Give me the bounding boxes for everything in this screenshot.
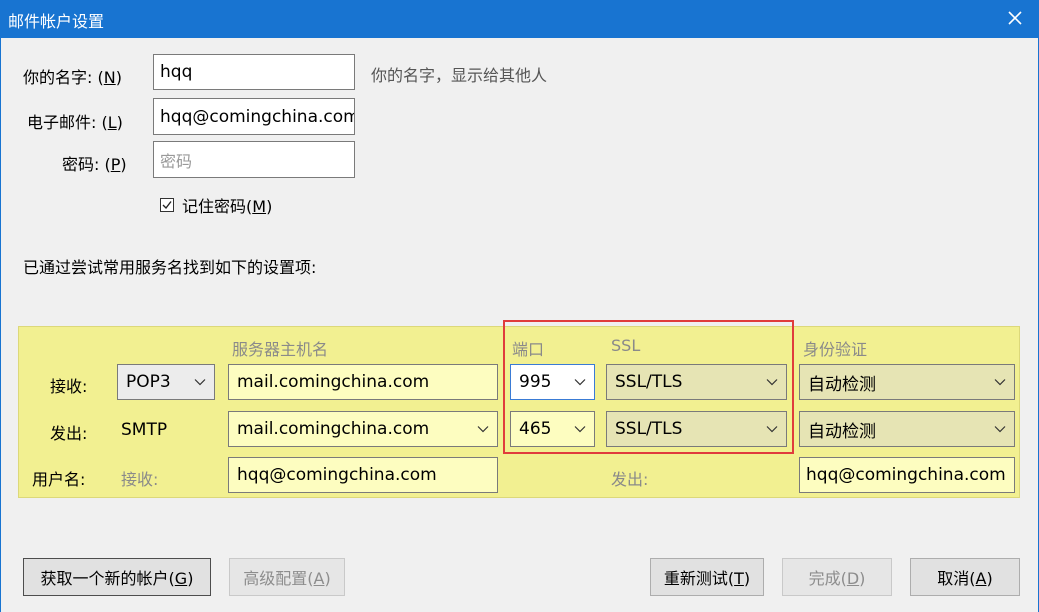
password-input[interactable]: 密码 — [153, 141, 355, 178]
outgoing-protocol: SMTP — [121, 420, 168, 440]
username-incoming-input[interactable]: hqq@comingchina.com — [228, 457, 498, 493]
remember-password-label: 记住密码(M) — [182, 197, 273, 216]
chevron-down-icon — [477, 426, 489, 433]
close-icon — [1008, 11, 1022, 25]
email-label: 电子邮件: (L) — [27, 113, 123, 132]
username-outgoing-input[interactable]: hqq@comingchina.com — [799, 457, 1015, 493]
incoming-host-input[interactable]: mail.comingchina.com — [228, 364, 498, 400]
outgoing-auth-select[interactable]: 自动检测 — [799, 411, 1015, 447]
incoming-protocol-select[interactable]: POP3 — [117, 364, 215, 400]
auth-header: 身份验证 — [803, 340, 868, 359]
incoming-auth-value: 自动检测 — [808, 374, 876, 395]
checkmark-icon — [162, 201, 172, 210]
title-bar: 邮件帐户设置 — [0, 0, 1039, 38]
retest-button[interactable]: 重新测试(T) — [650, 558, 764, 596]
hostname-header: 服务器主机名 — [232, 340, 329, 359]
username-incoming-label: 接收: — [121, 470, 159, 489]
dialog-title: 邮件帐户设置 — [8, 12, 105, 31]
checkbox-box — [160, 198, 174, 212]
incoming-label: 接收: — [50, 377, 88, 396]
outgoing-host-value: mail.comingchina.com — [237, 419, 430, 439]
advanced-config-button-label: 高级配置(A) — [243, 569, 331, 588]
new-account-button-label: 获取一个新的帐户(G) — [40, 569, 194, 588]
port-ssl-highlight-box — [503, 320, 794, 454]
found-settings-text: 已通过尝试常用服务名找到如下的设置项: — [23, 258, 317, 277]
incoming-protocol-value: POP3 — [126, 372, 171, 392]
chevron-down-icon — [994, 426, 1006, 433]
advanced-config-button[interactable]: 高级配置(A) — [229, 558, 345, 596]
chevron-down-icon — [994, 379, 1006, 386]
email-input[interactable]: hqq@comingchina.com — [153, 98, 355, 135]
new-account-button[interactable]: 获取一个新的帐户(G) — [23, 558, 211, 596]
window-border-left — [0, 38, 1, 612]
name-label: 你的名字: (N) — [23, 68, 122, 87]
name-hint: 你的名字，显示给其他人 — [371, 66, 548, 85]
done-button-label: 完成(D) — [808, 569, 866, 588]
done-button[interactable]: 完成(D) — [782, 558, 892, 596]
username-outgoing-label: 发出: — [611, 470, 649, 489]
incoming-host-value: mail.comingchina.com — [237, 372, 430, 392]
username-label: 用户名: — [32, 470, 86, 489]
incoming-auth-select[interactable]: 自动检测 — [799, 364, 1015, 400]
chevron-down-icon — [194, 379, 206, 386]
outgoing-label: 发出: — [50, 424, 88, 443]
name-input[interactable]: hqq — [153, 54, 355, 90]
outgoing-auth-value: 自动检测 — [808, 421, 876, 442]
retest-button-label: 重新测试(T) — [663, 569, 751, 588]
cancel-button-label: 取消(A) — [937, 569, 993, 588]
outgoing-host-select[interactable]: mail.comingchina.com — [228, 411, 498, 447]
remember-password-checkbox[interactable]: 记住密码(M) — [160, 193, 272, 217]
password-label: 密码: (P) — [62, 155, 127, 174]
username-outgoing-value: hqq@comingchina.com — [806, 465, 1006, 485]
close-button[interactable] — [1001, 4, 1029, 32]
username-incoming-value: hqq@comingchina.com — [237, 465, 437, 485]
cancel-button[interactable]: 取消(A) — [910, 558, 1020, 596]
